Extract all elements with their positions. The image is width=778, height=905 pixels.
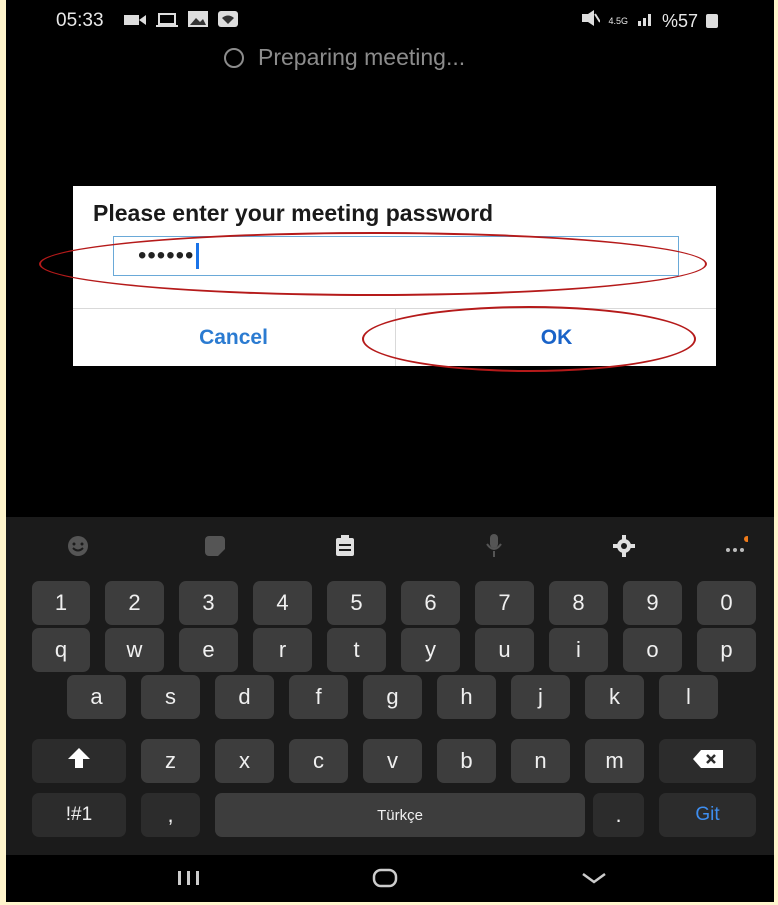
mute-icon (582, 10, 602, 32)
video-call-icon (124, 11, 146, 33)
shift-key[interactable] (32, 739, 126, 783)
key-5[interactable]: 5 (327, 581, 386, 625)
status-right-icons: 4.5G %57 (582, 10, 718, 32)
status-bar: 05:33 4.5G %57 (6, 0, 774, 44)
key-d[interactable]: d (215, 675, 274, 719)
gallery-icon (188, 11, 208, 33)
key-u[interactable]: u (475, 628, 534, 672)
sticker-icon[interactable] (203, 536, 227, 556)
key-m[interactable]: m (585, 739, 644, 783)
settings-icon[interactable] (612, 535, 636, 557)
loading-spinner-icon (224, 47, 244, 68)
key-j[interactable]: j (511, 675, 570, 719)
key-p[interactable]: p (697, 628, 756, 672)
key-k[interactable]: k (585, 675, 644, 719)
backspace-icon (692, 748, 723, 774)
key-e[interactable]: e (179, 628, 238, 672)
preparing-text: Preparing meeting... (258, 44, 466, 70)
key-9[interactable]: 9 (623, 581, 682, 625)
go-key[interactable]: Git (659, 793, 756, 837)
key-0[interactable]: 0 (697, 581, 756, 625)
space-key[interactable]: Türkçe (215, 793, 585, 837)
phone-screen: 05:33 4.5G %57 Preparing meeting... Plea… (6, 0, 774, 902)
symbols-key[interactable]: !#1 (32, 793, 126, 837)
status-notification-icons (124, 11, 238, 33)
key-6[interactable]: 6 (401, 581, 460, 625)
on-screen-keyboard: 1 2 3 4 5 6 7 8 9 0 q w e r t y u i o p … (6, 517, 774, 902)
key-z[interactable]: z (141, 739, 200, 783)
period-key[interactable]: . (593, 793, 644, 837)
key-f[interactable]: f (289, 675, 348, 719)
key-h[interactable]: h (437, 675, 496, 719)
key-g[interactable]: g (363, 675, 422, 719)
key-a[interactable]: a (67, 675, 126, 719)
key-b[interactable]: b (437, 739, 496, 783)
clipboard-icon[interactable] (333, 535, 357, 556)
highlight-ellipse-input (39, 232, 707, 296)
network-type: 4.5G (608, 16, 628, 26)
keyboard-toolbar (6, 517, 774, 573)
shift-arrow-icon (67, 747, 91, 775)
home-icon[interactable] (372, 867, 398, 889)
preparing-indicator: Preparing meeting... (224, 44, 465, 71)
key-i[interactable]: i (549, 628, 608, 672)
backspace-key[interactable] (659, 739, 756, 783)
key-y[interactable]: y (401, 628, 460, 672)
chevron-down-icon[interactable] (580, 867, 608, 887)
key-n[interactable]: n (511, 739, 570, 783)
key-8[interactable]: 8 (549, 581, 608, 625)
dialog-title: Please enter your meeting password (93, 200, 494, 226)
microphone-icon[interactable] (482, 534, 506, 557)
signal-icon (636, 10, 654, 32)
key-c[interactable]: c (289, 739, 348, 783)
key-s[interactable]: s (141, 675, 200, 719)
status-time: 05:33 (56, 10, 104, 31)
comma-key[interactable]: , (141, 793, 200, 837)
recent-apps-icon[interactable] (175, 867, 203, 887)
laptop-icon (156, 11, 178, 33)
key-2[interactable]: 2 (105, 581, 164, 625)
battery-icon (706, 14, 718, 28)
key-r[interactable]: r (253, 628, 312, 672)
key-q[interactable]: q (32, 628, 90, 672)
key-v[interactable]: v (363, 739, 422, 783)
navigation-bar (6, 855, 774, 902)
key-t[interactable]: t (327, 628, 386, 672)
key-w[interactable]: w (105, 628, 164, 672)
emoji-icon[interactable] (66, 536, 90, 556)
key-o[interactable]: o (623, 628, 682, 672)
key-4[interactable]: 4 (253, 581, 312, 625)
key-3[interactable]: 3 (179, 581, 238, 625)
key-l[interactable]: l (659, 675, 718, 719)
key-x[interactable]: x (215, 739, 274, 783)
battery-percent: %57 (661, 10, 698, 31)
more-icon[interactable] (724, 536, 748, 556)
cancel-button[interactable]: Cancel (73, 309, 394, 366)
wifi-icon (218, 11, 238, 33)
highlight-ellipse-ok (362, 306, 696, 372)
key-7[interactable]: 7 (475, 581, 534, 625)
key-1[interactable]: 1 (32, 581, 90, 625)
